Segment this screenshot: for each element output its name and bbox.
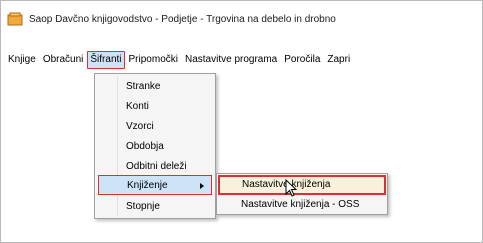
menu-knjige[interactable]: Knjige <box>5 51 39 69</box>
menu-item-stopnje[interactable]: Stopnje <box>95 197 215 217</box>
menu-item-knjizenje[interactable]: Knjiženje <box>98 175 212 195</box>
menu-sifranti[interactable]: Šifranti <box>87 51 125 69</box>
menu-item-obdobja[interactable]: Obdobja <box>95 137 215 157</box>
menu-bar: Knjige Obračuni Šifranti Pripomočki Nast… <box>5 51 354 69</box>
menu-pripomocki[interactable]: Pripomočki <box>126 51 181 69</box>
app-icon <box>7 12 23 26</box>
window-title: Saop Davčno knjigovodstvo - Podjetje - T… <box>29 13 336 25</box>
mouse-cursor-icon <box>285 179 297 197</box>
menu-item-vzorci[interactable]: Vzorci <box>95 117 215 137</box>
submenu-item-nastavitve-knjizenja[interactable]: Nastavitve knjiženja <box>218 175 386 195</box>
menu-porocila[interactable]: Poročila <box>281 51 323 69</box>
app-window: Saop Davčno knjigovodstvo - Podjetje - T… <box>0 0 483 243</box>
knjizenje-submenu: Nastavitve knjiženja Nastavitve knjiženj… <box>216 173 388 215</box>
sifranti-dropdown: Stranke Konti Vzorci Obdobja Odbitni del… <box>94 73 216 219</box>
menu-obracuni[interactable]: Obračuni <box>40 51 87 69</box>
menu-nastavitve-programa[interactable]: Nastavitve programa <box>182 51 280 69</box>
menu-item-knjizenje-label: Knjiženje <box>127 180 168 191</box>
menu-item-odbitni-delezi[interactable]: Odbitni deleži <box>95 157 215 177</box>
submenu-item-nastavitve-knjizenja-oss[interactable]: Nastavitve knjiženja - OSS <box>217 195 387 215</box>
title-bar: Saop Davčno knjigovodstvo - Podjetje - T… <box>7 9 336 29</box>
menu-zapri[interactable]: Zapri <box>324 51 353 69</box>
submenu-arrow-icon <box>200 183 204 189</box>
menu-item-konti[interactable]: Konti <box>95 97 215 117</box>
menu-item-stranke[interactable]: Stranke <box>95 77 215 97</box>
